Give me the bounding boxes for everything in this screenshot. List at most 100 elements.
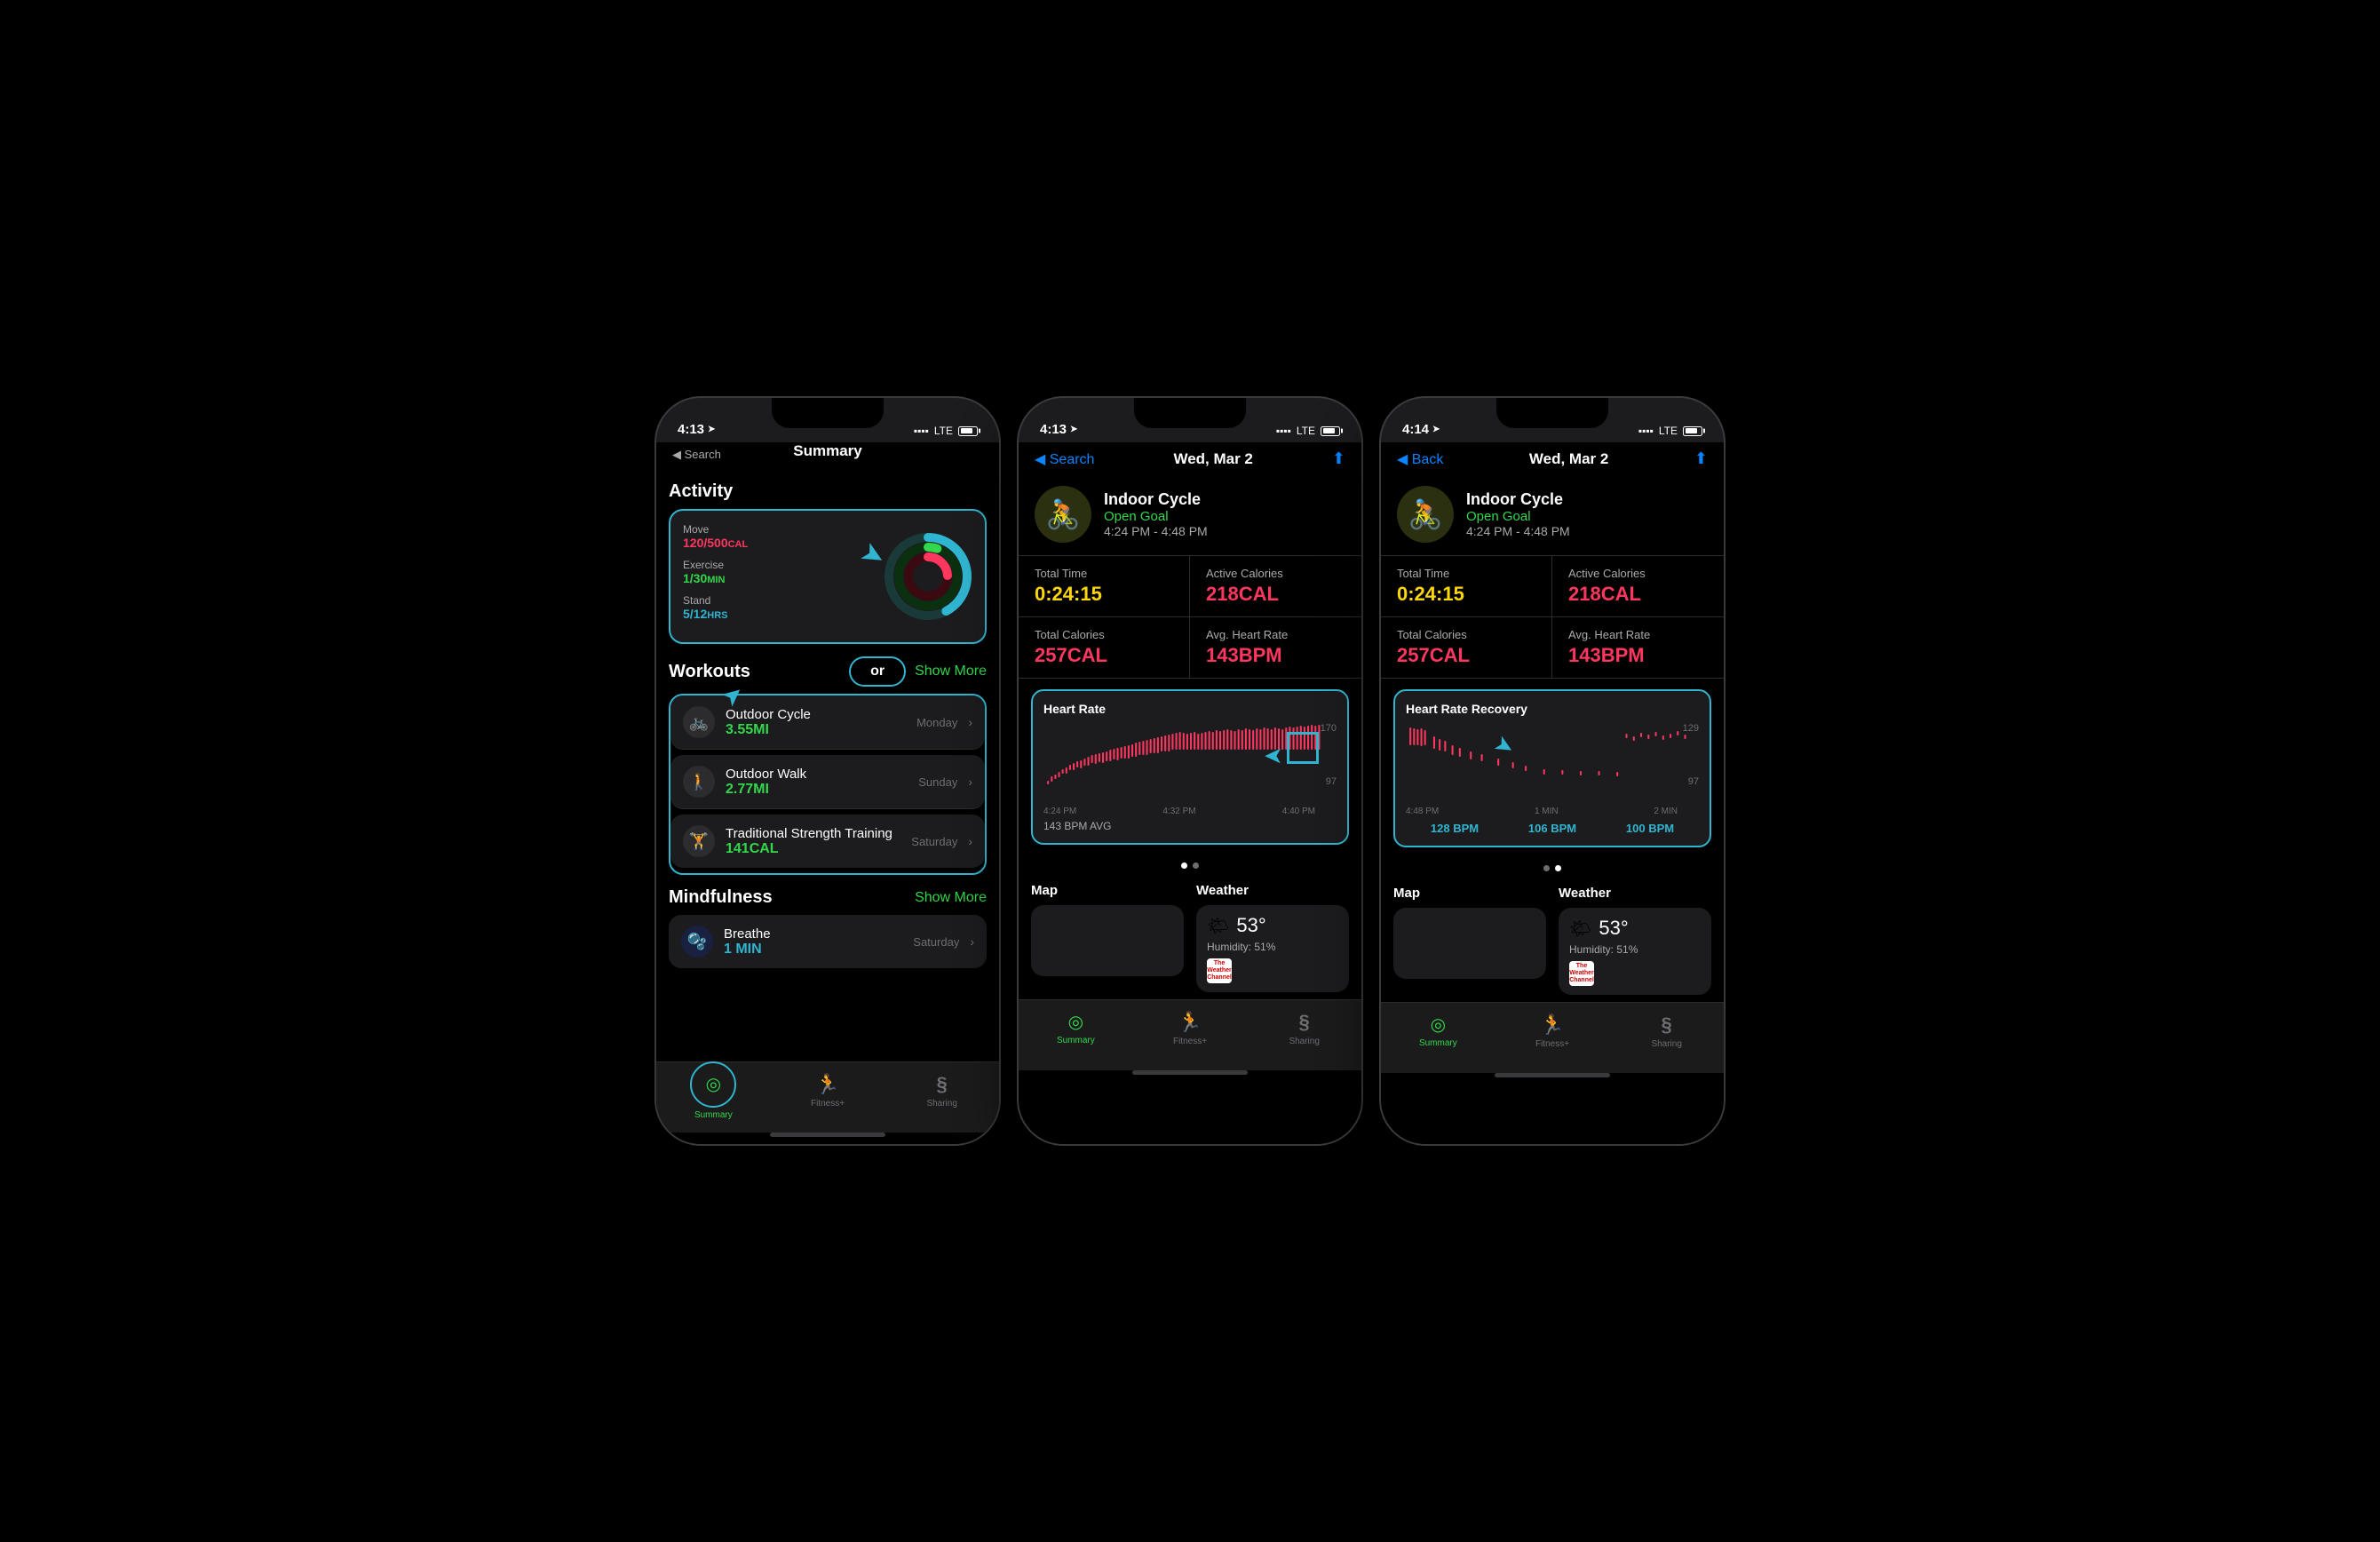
summary-tab-icon: ◎: [706, 1073, 721, 1095]
tab-summary-label-3: Summary: [1419, 1038, 1457, 1048]
chevron-icon-0: ›: [968, 715, 972, 729]
screen-3: ◀ Back Wed, Mar 2 ⬆ 🚴 Indoor Cycle Open …: [1381, 442, 1724, 1144]
search-back-label-1[interactable]: ◀ Search: [672, 448, 721, 462]
tab-fitness-1[interactable]: 🏃 Fitness+: [771, 1073, 885, 1109]
share-icon-2[interactable]: ⬆: [1332, 449, 1345, 468]
workouts-show-more[interactable]: Show More: [915, 664, 987, 680]
activity-rings: [884, 532, 972, 621]
stats-grid-2: Total Time 0:24:15 Active Calories 218CA…: [1019, 556, 1361, 679]
stat-total-cal-3: Total Calories 257CAL: [1381, 617, 1552, 678]
dot-indicator-2: [1019, 862, 1361, 869]
phone-summary: 4:13 ➤ ▪▪▪▪ LTE ◀ Search Summary Activit…: [654, 396, 1001, 1146]
workouts-container: 🚲 Outdoor Cycle 3.55MI Monday › 🚶 Outdoo…: [669, 694, 987, 875]
stat-active-cal-3: Active Calories 218CAL: [1552, 556, 1724, 617]
home-indicator-1: [770, 1133, 885, 1137]
back-button-2[interactable]: ◀ Search: [1035, 450, 1094, 468]
signal-icon: ▪▪▪▪: [914, 425, 929, 437]
weather-row-2: 🌤 53°: [1207, 914, 1338, 937]
move-value: 120/500CAL: [683, 536, 871, 550]
stat-total-cal-2: Total Calories 257CAL: [1019, 617, 1190, 678]
activity-section-label: Activity: [669, 481, 987, 502]
fitness-tab-icon: 🏃: [815, 1073, 839, 1096]
weather-icon-2: 🌤: [1207, 915, 1229, 937]
status-icons-3: ▪▪▪▪ LTE: [1638, 425, 1702, 437]
share-icon-3[interactable]: ⬆: [1694, 449, 1708, 468]
detail-header-2: ◀ Search Wed, Mar 2 ⬆: [1019, 442, 1361, 477]
tab-summary-3[interactable]: ◎ Summary: [1381, 1013, 1495, 1048]
mindfulness-label: Mindfulness: [669, 887, 773, 908]
weather-row-3: 🌤 53°: [1569, 917, 1701, 940]
tab-summary-2[interactable]: ◎ Summary: [1019, 1011, 1133, 1045]
stat-total-time-2: Total Time 0:24:15: [1019, 556, 1190, 617]
stat-avg-hr-3: Avg. Heart Rate 143BPM: [1552, 617, 1724, 678]
dot-3-2: [1555, 865, 1561, 871]
workout-item-2[interactable]: 🏋️ Traditional Strength Training 141CAL …: [670, 815, 985, 868]
tab-sharing-label-1: Sharing: [926, 1099, 956, 1109]
back-button-3[interactable]: ◀ Back: [1397, 450, 1443, 468]
battery-icon-2: [1321, 426, 1340, 436]
tab-fitness-3[interactable]: 🏃 Fitness+: [1495, 1013, 1610, 1049]
workout-icon-0: 🚲: [683, 706, 715, 738]
fitness-tab-icon-3: 🏃: [1540, 1013, 1564, 1037]
status-icons-2: ▪▪▪▪ LTE: [1276, 425, 1340, 437]
tab-fitness-2[interactable]: 🏃 Fitness+: [1133, 1011, 1248, 1046]
tab-summary-label-2: Summary: [1057, 1036, 1095, 1045]
recovery-values: 128 BPM 106 BPM 100 BPM: [1406, 822, 1699, 835]
activity-card: Move 120/500CAL Exercise 1/30MIN Stand: [669, 509, 987, 644]
fitness-tab-icon-2: 🏃: [1178, 1011, 1202, 1034]
status-icons-1: ▪▪▪▪ LTE: [914, 425, 978, 437]
weather-icon-3: 🌤: [1569, 918, 1591, 940]
tab-sharing-1[interactable]: § Sharing: [885, 1073, 999, 1109]
map-section-2: Map: [1031, 883, 1184, 992]
page-title-1: Summary: [777, 442, 877, 467]
status-time-2: 4:13 ➤: [1040, 422, 1077, 437]
tab-sharing-2[interactable]: § Sharing: [1247, 1011, 1361, 1046]
mindfulness-card[interactable]: 🫧 Breathe 1 MIN Saturday ›: [669, 915, 987, 968]
workout-icon-1: 🚶: [683, 766, 715, 798]
tab-bar-3: ◎ Summary 🏃 Fitness+ § Sharing: [1381, 1002, 1724, 1073]
dot-1: [1181, 862, 1187, 869]
stat-avg-hr-2: Avg. Heart Rate 143BPM: [1190, 617, 1361, 678]
workout-info-2: Traditional Strength Training 141CAL: [726, 826, 900, 857]
notch: [772, 398, 884, 428]
location-arrow-icon: ➤: [708, 425, 715, 434]
screen-1: ◀ Search Summary Activity Move 120/500CA…: [656, 442, 999, 1144]
mindfulness-show-more[interactable]: Show More: [915, 890, 987, 906]
summary-tab-icon-2: ◎: [1068, 1011, 1083, 1033]
workout-hero-3: 🚴 Indoor Cycle Open Goal 4:24 PM - 4:48 …: [1381, 477, 1724, 556]
weather-section-3: Weather 🌤 53° Humidity: 51% The Weather …: [1559, 886, 1711, 995]
weather-section-2: Weather 🌤 53° Humidity: 51% The Weather …: [1196, 883, 1349, 992]
tab-sharing-3[interactable]: § Sharing: [1609, 1013, 1724, 1049]
content-1: Activity Move 120/500CAL Exercise 1/30MI…: [656, 473, 999, 1061]
map-section-3: Map: [1393, 886, 1546, 995]
workout-info-0: Outdoor Cycle 3.55MI: [726, 707, 906, 738]
workout-hero-info-3: Indoor Cycle Open Goal 4:24 PM - 4:48 PM: [1466, 490, 1570, 538]
or-button[interactable]: or: [849, 656, 906, 687]
mindfulness-icon: 🫧: [681, 926, 713, 958]
chart-arrow-2: ➤: [1264, 743, 1283, 770]
summary-tab-icon-3: ◎: [1431, 1013, 1446, 1036]
tab-summary-1[interactable]: ◎ Summary: [656, 1061, 771, 1120]
chart-area-2: 170 97: [1043, 723, 1337, 803]
sharing-tab-icon-2: §: [1299, 1011, 1310, 1034]
chevron-icon-2: ›: [968, 834, 972, 848]
sharing-tab-icon: §: [937, 1073, 948, 1096]
heart-rate-recovery-chart-3: Heart Rate Recovery 129 97: [1393, 689, 1711, 847]
workout-hero-icon-3: 🚴: [1397, 486, 1454, 543]
map-placeholder-3[interactable]: [1393, 908, 1546, 979]
map-placeholder-2[interactable]: [1031, 905, 1184, 976]
chevron-icon-1: ›: [968, 775, 972, 789]
workout-hero-info-2: Indoor Cycle Open Goal 4:24 PM - 4:48 PM: [1104, 490, 1208, 538]
workout-item-1[interactable]: 🚶 Outdoor Walk 2.77MI Sunday ›: [670, 755, 985, 809]
signal-icon-3: ▪▪▪▪: [1638, 425, 1654, 437]
network-type: LTE: [934, 425, 953, 437]
home-indicator-2: [1132, 1070, 1248, 1075]
network-type-2: LTE: [1297, 425, 1315, 437]
nav-title-2: Wed, Mar 2: [1173, 450, 1252, 468]
workout-hero-2: 🚴 Indoor Cycle Open Goal 4:24 PM - 4:48 …: [1019, 477, 1361, 556]
home-indicator-3: [1495, 1073, 1610, 1077]
workout-item-0[interactable]: 🚲 Outdoor Cycle 3.55MI Monday ›: [670, 695, 985, 750]
map-weather-3: Map Weather 🌤 53° Humidity: 51% The Weat…: [1381, 878, 1724, 1002]
stats-grid-3: Total Time 0:24:15 Active Calories 218CA…: [1381, 556, 1724, 679]
weather-info-3: 🌤 53° Humidity: 51% The Weather Channel: [1559, 908, 1711, 995]
